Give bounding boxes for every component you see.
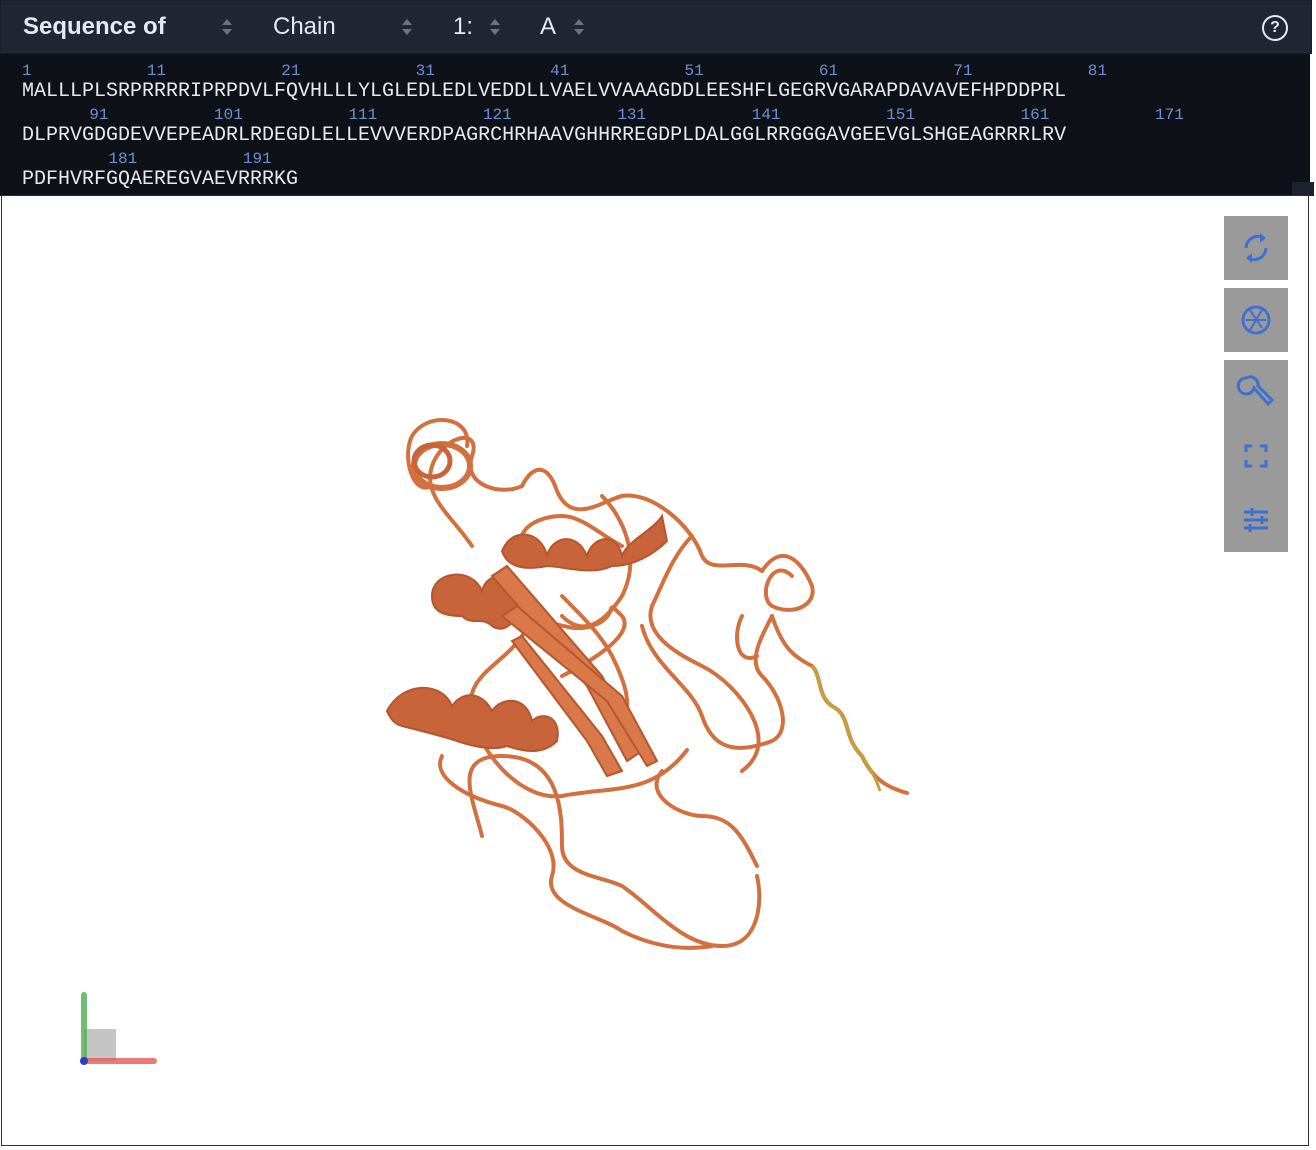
fullscreen-icon[interactable]	[1224, 424, 1288, 488]
chain-spinner-icon[interactable]	[402, 17, 412, 37]
residue-numbers-row-1: 1 11 21 31 41 51 61 71 81	[22, 62, 1107, 80]
screenshot-button[interactable]	[1224, 288, 1288, 352]
residue-sequence-row-3[interactable]: PDFHVRFGQAEREGVAEVRRRKG	[22, 168, 298, 191]
chain-select[interactable]: Chain	[273, 13, 336, 41]
residue-numbers-row-3: 181 191	[22, 150, 272, 168]
sequence-of-select[interactable]: Sequence of	[23, 13, 166, 41]
chain-id-label: A	[540, 13, 557, 40]
protein-cartoon	[385, 418, 909, 950]
wrench-icon[interactable]	[1224, 360, 1288, 424]
sequence-scrollbar[interactable]	[1292, 182, 1314, 196]
residue-sequence-row-2[interactable]: DLPRVGDGDEVVEPEADRLRDEGDLELLEVVVERDPAGRC…	[22, 124, 1066, 147]
entity-spinner-icon[interactable]	[490, 17, 500, 37]
reset-rotate-button[interactable]	[1224, 216, 1288, 280]
chain-label: Chain	[273, 13, 336, 40]
orientation-axes	[80, 992, 157, 1065]
sequence-panel: 1 11 21 31 41 51 61 71 81 MALLLPLSRPRRRR…	[0, 54, 1310, 196]
sequence-of-spinner-icon[interactable]	[222, 17, 232, 37]
chain-id-spinner-icon[interactable]	[574, 17, 584, 37]
sequence-of-label: Sequence of	[23, 13, 166, 40]
sequence-toolbar: Sequence of Chain 1: A ?	[0, 0, 1312, 54]
tools-panel	[1224, 360, 1288, 552]
question-circle-icon[interactable]: ?	[1262, 15, 1288, 41]
sliders-icon[interactable]	[1224, 488, 1288, 552]
chain-id-select[interactable]: A	[540, 13, 556, 41]
residue-numbers-row-2: 91 101 111 121 131 141 151 161 171	[22, 106, 1184, 124]
camera-shutter-icon	[1241, 305, 1271, 335]
entity-select[interactable]: 1:	[453, 13, 473, 41]
residue-sequence-row-1[interactable]: MALLLPLSRPRRRRIPRPDVLFQVHLLLYLGLEDLEDLVE…	[22, 80, 1066, 103]
reset-rotate-icon	[1244, 233, 1268, 263]
structure-viewer-canvas[interactable]	[1, 195, 1309, 1146]
entity-label: 1:	[453, 13, 474, 40]
